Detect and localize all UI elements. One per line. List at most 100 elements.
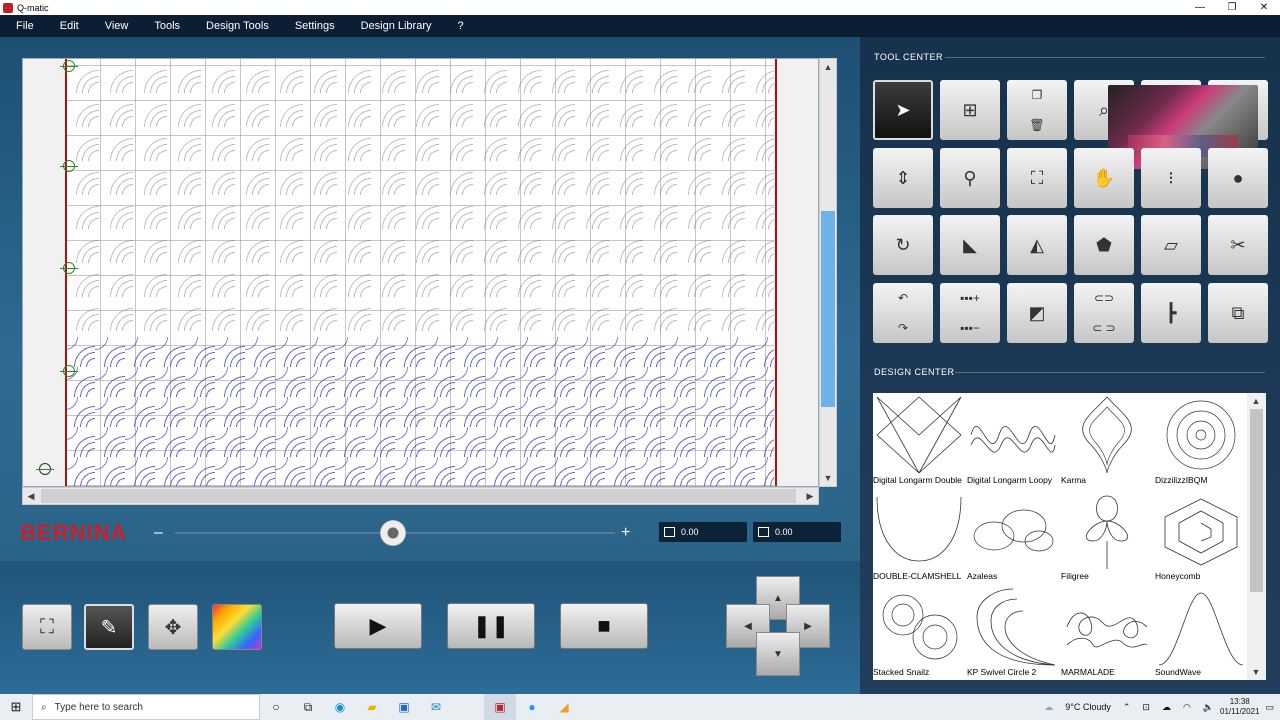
- move-down-button[interactable]: ▼: [756, 632, 800, 676]
- design-item[interactable]: MARMALADE: [1061, 585, 1154, 680]
- task-view-button[interactable]: ⧉: [292, 694, 324, 720]
- needle-point-tool[interactable]: ⚲: [940, 148, 1000, 208]
- menu-help[interactable]: ?: [448, 15, 474, 37]
- layer-tool[interactable]: ◩: [1007, 283, 1067, 343]
- select-tool[interactable]: ➤: [873, 80, 933, 140]
- stitch-path-button[interactable]: ✎: [84, 604, 134, 650]
- store-button[interactable]: ▣: [388, 694, 420, 720]
- align-tool[interactable]: ┣: [1141, 283, 1201, 343]
- pan-tool[interactable]: ✋: [1074, 148, 1134, 208]
- qmatic-taskbar-button[interactable]: ▣: [484, 694, 516, 720]
- chevron-up-icon[interactable]: ⌃: [1123, 702, 1131, 713]
- wifi-icon[interactable]: ◠: [1183, 702, 1191, 713]
- design-scroll-thumb[interactable]: [1250, 409, 1263, 592]
- move-button[interactable]: ✥: [148, 604, 198, 650]
- design-item[interactable]: Stacked Snailz: [873, 585, 966, 680]
- design-item[interactable]: DizzilizzIBQM: [1155, 393, 1247, 489]
- weather-text[interactable]: 9°C Cloudy: [1065, 702, 1111, 712]
- design-library-scrollbar[interactable]: ▲ ▼: [1247, 393, 1266, 680]
- design-thumbnail: [973, 509, 1054, 552]
- close-button[interactable]: ✕: [1248, 0, 1280, 15]
- design-item[interactable]: DOUBLE-CLAMSHELL: [873, 489, 966, 585]
- explorer-button[interactable]: ▰: [356, 694, 388, 720]
- zoom-app-button[interactable]: ●: [516, 694, 548, 720]
- design-item[interactable]: Digital Longarm Double: [873, 393, 966, 489]
- menu-view[interactable]: View: [95, 15, 139, 37]
- art-app-button[interactable]: ◢: [548, 694, 580, 720]
- play-button[interactable]: ▶: [334, 603, 422, 649]
- shapes-tool[interactable]: ●: [1208, 148, 1268, 208]
- direction-pad: ▲ ◀ ▶ ▼: [726, 576, 830, 676]
- menu-settings[interactable]: Settings: [285, 15, 345, 37]
- cut-tool[interactable]: ✂: [1208, 215, 1268, 275]
- volume-icon[interactable]: 🔈: [1203, 702, 1214, 713]
- scroll-down-arrow-icon[interactable]: ▼: [820, 470, 836, 486]
- design-item[interactable]: Filigree: [1061, 489, 1154, 585]
- menu-edit[interactable]: Edit: [50, 15, 89, 37]
- y-coordinate-field: 0.00: [753, 522, 841, 542]
- design-thumbnail: [876, 396, 962, 474]
- horizontal-scroll-thumb[interactable]: [41, 489, 796, 503]
- copy-delete-tool[interactable]: ❐ 🗑: [1007, 80, 1067, 140]
- zoom-in-button[interactable]: +: [621, 524, 630, 542]
- minimize-button[interactable]: —: [1184, 0, 1216, 15]
- add-design-tool[interactable]: ⊞: [940, 80, 1000, 140]
- fit-tool[interactable]: ⧉: [1208, 283, 1268, 343]
- mirror-tool[interactable]: ◭: [1007, 215, 1067, 275]
- row-marker-icon[interactable]: [60, 262, 78, 274]
- canvas-vertical-scrollbar[interactable]: ▲ ▼: [819, 58, 837, 487]
- crop-design-tool[interactable]: ⛶: [1007, 148, 1067, 208]
- design-item[interactable]: SoundWave: [1155, 585, 1247, 680]
- polygon-tool[interactable]: ⬟: [1074, 215, 1134, 275]
- scroll-right-arrow-icon[interactable]: ▶: [802, 488, 818, 504]
- zoom-slider-knob[interactable]: [380, 520, 406, 546]
- row-marker-icon[interactable]: [60, 160, 78, 172]
- cloud-icon: ☁: [1044, 701, 1054, 712]
- notifications-icon[interactable]: ▭: [1265, 702, 1274, 713]
- canvas-horizontal-scrollbar[interactable]: ◀ ▶: [22, 487, 819, 505]
- pause-button[interactable]: ❚❚: [447, 603, 535, 649]
- zoom-out-button[interactable]: –: [154, 524, 163, 542]
- menu-file[interactable]: File: [6, 15, 44, 37]
- resize-tool[interactable]: ⇕: [873, 148, 933, 208]
- taskbar-search[interactable]: ⌕ Type here to search: [32, 694, 260, 720]
- rotate-tool[interactable]: ↻: [873, 215, 933, 275]
- skew-tool[interactable]: ◣: [940, 215, 1000, 275]
- mail-button[interactable]: ✉: [420, 694, 452, 720]
- distort-tool[interactable]: ▱: [1141, 215, 1201, 275]
- edge-button[interactable]: ◉: [324, 694, 356, 720]
- design-item[interactable]: Azaleas: [967, 489, 1060, 585]
- menu-design-tools[interactable]: Design Tools: [196, 15, 279, 37]
- quilt-canvas[interactable]: [22, 58, 819, 487]
- network-icon[interactable]: ⊡: [1142, 702, 1150, 713]
- design-item[interactable]: Honeycomb: [1155, 489, 1247, 585]
- rotate-icon: ↻: [895, 234, 911, 255]
- sequence-tool[interactable]: ⁝: [1141, 148, 1201, 208]
- row-marker-icon[interactable]: [60, 365, 78, 377]
- scroll-up-arrow-icon[interactable]: ▲: [820, 59, 836, 75]
- link-unlink-tool[interactable]: ⊂⊃ ⊂ ⊃: [1074, 283, 1134, 343]
- undo-redo-tool[interactable]: ↶ ↷: [873, 283, 933, 343]
- design-item[interactable]: KP Swivel Circle 2: [967, 585, 1060, 680]
- stop-button[interactable]: ■: [560, 603, 648, 649]
- crop-button[interactable]: ⛶: [22, 604, 72, 650]
- design-library-grid[interactable]: Digital Longarm Double Digital Longarm L…: [873, 393, 1247, 680]
- row-marker-icon[interactable]: [60, 60, 78, 72]
- scroll-down-arrow-icon[interactable]: ▼: [1248, 664, 1264, 680]
- design-item[interactable]: Karma: [1061, 393, 1154, 489]
- start-button[interactable]: ⊞: [0, 694, 32, 720]
- cloud-sync-icon[interactable]: ☁: [1162, 702, 1171, 713]
- scroll-up-arrow-icon[interactable]: ▲: [1248, 393, 1264, 409]
- repeat-add-remove-tool[interactable]: ▪▪▪+ ▪▪▪−: [940, 283, 1000, 343]
- tool-center-title: TOOL CENTER: [874, 52, 944, 62]
- cortana-button[interactable]: ○: [260, 694, 292, 720]
- distort-icon: ▱: [1164, 234, 1178, 255]
- vertical-scroll-thumb[interactable]: [821, 211, 835, 407]
- scroll-left-arrow-icon[interactable]: ◀: [23, 488, 39, 504]
- color-button[interactable]: [212, 604, 262, 650]
- clock[interactable]: 13:38 01/11/2021: [1220, 697, 1259, 717]
- design-item[interactable]: Digital Longarm Loopy: [967, 393, 1060, 489]
- restore-button[interactable]: ❐: [1216, 0, 1248, 15]
- menu-design-library[interactable]: Design Library: [351, 15, 442, 37]
- menu-tools[interactable]: Tools: [144, 15, 190, 37]
